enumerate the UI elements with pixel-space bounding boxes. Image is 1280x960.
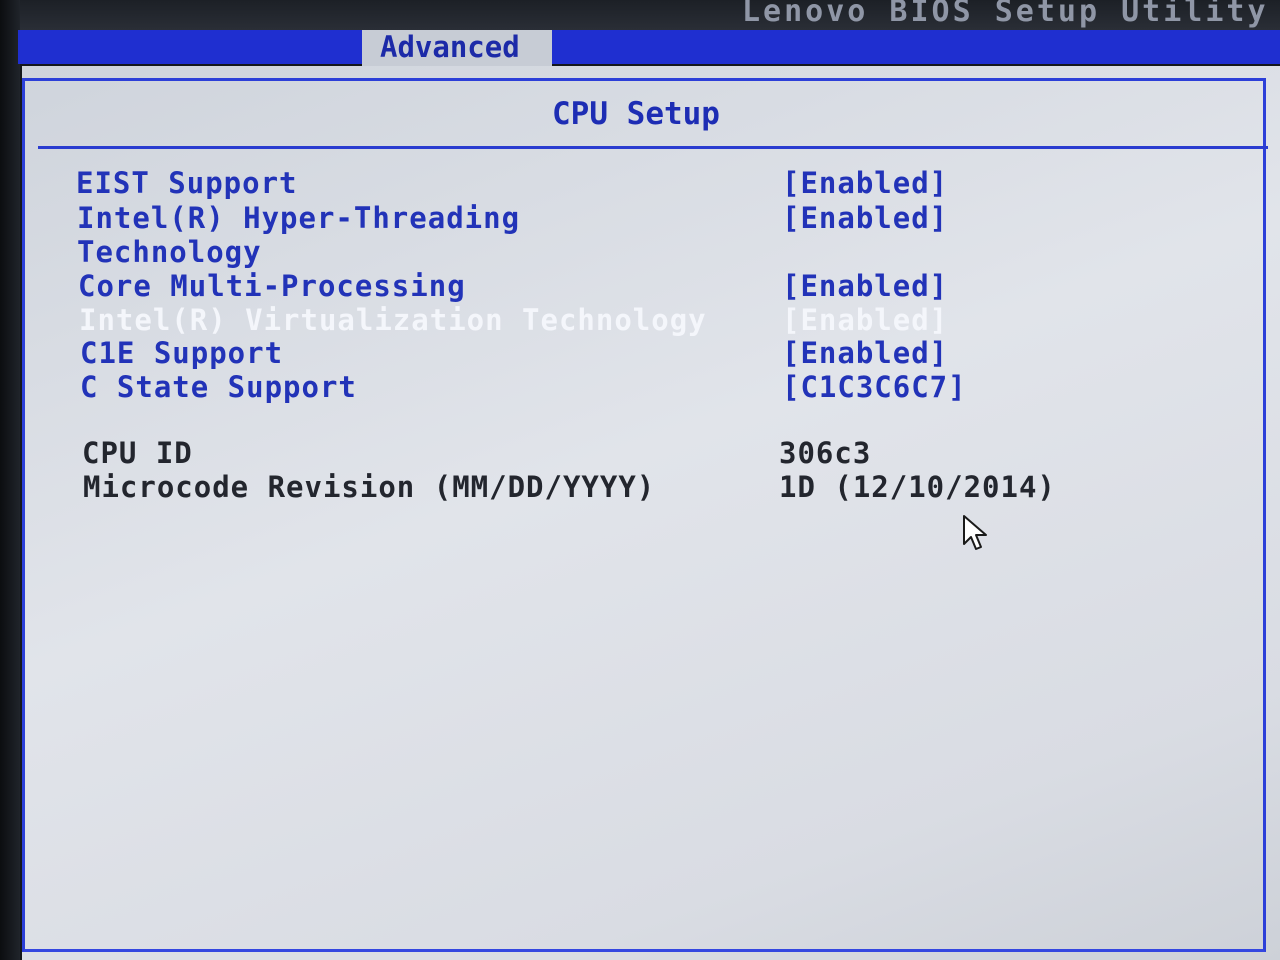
tab-advanced[interactable]: Advanced [362, 30, 552, 66]
setting-value[interactable]: [C1C3C6C7] [782, 370, 967, 404]
info-label: CPU ID [82, 436, 193, 470]
setting-value[interactable]: [Enabled] [782, 166, 948, 200]
mouse-pointer-icon [963, 515, 987, 550]
tab-advanced-label: Advanced [380, 30, 520, 64]
setting-value[interactable]: [Enabled] [782, 201, 948, 235]
setting-value[interactable]: [Enabled] [782, 336, 948, 370]
info-label: Microcode Revision (MM/DD/YYYY) [83, 470, 656, 504]
setting-label: EIST Support [76, 166, 298, 200]
setting-label: C1E Support [80, 336, 284, 370]
setting-label: Intel(R) Virtualization Technology [79, 303, 707, 337]
page-title: CPU Setup [552, 96, 720, 132]
setting-value[interactable]: [Enabled] [782, 269, 948, 303]
setting-label: C State Support [80, 370, 357, 404]
setting-label: Core Multi-Processing [78, 269, 466, 303]
title-bar: Lenovo BIOS Setup Utility [20, 0, 1280, 30]
app-title: Lenovo BIOS Setup Utility [742, 0, 1269, 29]
setting-label: Intel(R) Hyper-Threading [77, 201, 521, 235]
screen-bezel [0, 0, 20, 960]
info-value: 1D (12/10/2014) [779, 470, 1056, 504]
info-value: 306c3 [779, 436, 872, 470]
menu-bar [18, 30, 1280, 64]
setting-label: Technology [77, 235, 262, 269]
setting-value[interactable]: [Enabled] [782, 303, 948, 337]
title-divider [38, 146, 1268, 149]
